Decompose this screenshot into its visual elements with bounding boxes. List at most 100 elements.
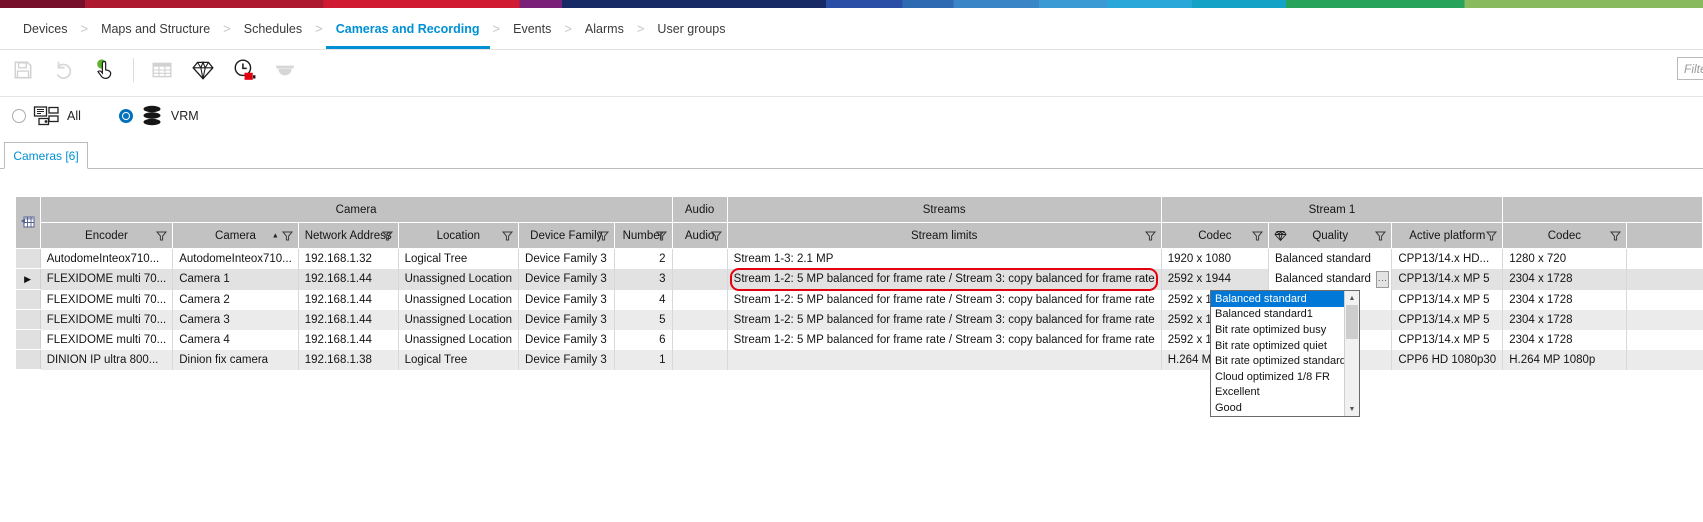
cell-stream2-codec[interactable]: 1280 x 720 xyxy=(1503,249,1626,269)
cell-audio[interactable] xyxy=(672,249,727,269)
radio-vrm-checked[interactable] xyxy=(119,109,133,123)
cell-encoder[interactable]: DINION IP ultra 800... xyxy=(40,350,173,370)
scroll-up-arrow-icon[interactable]: ▲ xyxy=(1345,291,1359,305)
column-header-stream1-active-platform[interactable]: Active platform xyxy=(1392,223,1503,249)
cell-audio[interactable] xyxy=(672,290,727,310)
cell-network-address[interactable]: 192.168.1.44 xyxy=(298,269,398,290)
filter-funnel-icon[interactable] xyxy=(1375,230,1386,241)
cell-encoder[interactable]: FLEXIDOME multi 70... xyxy=(40,269,173,290)
radio-all[interactable] xyxy=(12,109,26,123)
breadcrumb-item-alarms[interactable]: Alarms xyxy=(572,8,637,49)
cell-stream1-codec[interactable]: 2592 x 1944 xyxy=(1161,269,1268,290)
cell-stream1-quality[interactable]: Balanced standard... xyxy=(1269,269,1392,290)
breadcrumb-item-events[interactable]: Events xyxy=(500,8,564,49)
cell-stream-limits[interactable]: Stream 1-3: 2.1 MP xyxy=(727,249,1161,269)
cell-encoder[interactable]: FLEXIDOME multi 70... xyxy=(40,290,173,310)
scroll-down-arrow-icon[interactable]: ▼ xyxy=(1345,402,1359,416)
recording-schedule-button[interactable] xyxy=(231,57,257,83)
cell-audio[interactable] xyxy=(672,330,727,350)
breadcrumb-item-maps-and-structure[interactable]: Maps and Structure xyxy=(88,8,223,49)
cell-stream2-codec[interactable]: 2304 x 1728 xyxy=(1503,310,1626,330)
cell-audio[interactable] xyxy=(672,350,727,370)
cell-stream2-codec[interactable]: H.264 MP 1080p xyxy=(1503,350,1626,370)
breadcrumb-item-user-groups[interactable]: User groups xyxy=(644,8,738,49)
cell-stream-limits[interactable]: Stream 1-2: 5 MP balanced for frame rate… xyxy=(727,290,1161,310)
cell-audio[interactable] xyxy=(672,310,727,330)
cell-camera[interactable]: Camera 1 xyxy=(173,269,299,290)
row-selector[interactable]: ▶ xyxy=(16,269,41,290)
dropdown-option-balanced-standard1[interactable]: Balanced standard1 xyxy=(1211,307,1344,323)
cell-number[interactable]: 5 xyxy=(614,310,672,330)
cell-number[interactable]: 2 xyxy=(614,249,672,269)
dropdown-option-balanced-standard[interactable]: Balanced standard xyxy=(1211,291,1344,307)
cell-stream2-codec[interactable]: 2304 x 1728 xyxy=(1503,290,1626,310)
table-row[interactable]: DINION IP ultra 800...Dinion fix camera1… xyxy=(16,350,1703,370)
table-row[interactable]: FLEXIDOME multi 70...Camera 4192.168.1.4… xyxy=(16,330,1703,350)
cell-network-address[interactable]: 192.168.1.32 xyxy=(298,249,398,269)
breadcrumb-item-devices[interactable]: Devices xyxy=(10,8,80,49)
column-header-location[interactable]: Location xyxy=(398,223,518,249)
cell-stream-limits[interactable]: Stream 1-2: 5 MP balanced for frame rate… xyxy=(727,269,1161,290)
cell-camera[interactable]: Camera 3 xyxy=(173,310,299,330)
cell-encoder[interactable]: AutodomeInteox710... xyxy=(40,249,173,269)
cell-stream-limits[interactable]: Stream 1-2: 5 MP balanced for frame rate… xyxy=(727,330,1161,350)
cell-number[interactable]: 3 xyxy=(614,269,672,290)
column-header-audio[interactable]: Audio xyxy=(672,223,727,249)
cell-number[interactable]: 4 xyxy=(614,290,672,310)
scroll-thumb[interactable] xyxy=(1346,305,1358,339)
cell-device-family[interactable]: Device Family 3 xyxy=(519,330,615,350)
cell-stream1-active-platform[interactable]: CPP13/14.x MP 5 xyxy=(1392,330,1503,350)
filter-funnel-icon[interactable] xyxy=(1610,230,1621,241)
filter-input[interactable] xyxy=(1677,57,1703,80)
cell-number[interactable]: 6 xyxy=(614,330,672,350)
table-corner-button[interactable] xyxy=(16,197,41,249)
filter-funnel-icon[interactable] xyxy=(1145,230,1156,241)
cell-network-address[interactable]: 192.168.1.44 xyxy=(298,330,398,350)
view-option-all[interactable]: All xyxy=(12,105,81,127)
row-selector[interactable] xyxy=(16,249,41,269)
dropdown-option-bit-rate-optimized-standard[interactable]: Bit rate optimized standard xyxy=(1211,353,1344,369)
filter-funnel-icon[interactable] xyxy=(1252,230,1263,241)
row-selector[interactable] xyxy=(16,290,41,310)
cell-device-family[interactable]: Device Family 3 xyxy=(519,310,615,330)
filter-funnel-icon[interactable] xyxy=(382,230,393,241)
column-header-number[interactable]: Number xyxy=(614,223,672,249)
dropdown-option-bit-rate-optimized-busy[interactable]: Bit rate optimized busy xyxy=(1211,322,1344,338)
cell-location[interactable]: Unassigned Location xyxy=(398,290,518,310)
column-header-camera[interactable]: Camera▲ xyxy=(173,223,299,249)
cell-network-address[interactable]: 192.168.1.38 xyxy=(298,350,398,370)
breadcrumb-item-schedules[interactable]: Schedules xyxy=(231,8,315,49)
dropdown-scrollbar[interactable]: ▲ ▼ xyxy=(1344,291,1359,416)
table-row[interactable]: ▶FLEXIDOME multi 70...Camera 1192.168.1.… xyxy=(16,269,1703,290)
column-header-stream1-codec[interactable]: Codec xyxy=(1161,223,1268,249)
filter-funnel-icon[interactable] xyxy=(656,230,667,241)
column-header-stream2-codec[interactable]: Codec xyxy=(1503,223,1626,249)
cell-stream1-active-platform[interactable]: CPP13/14.x MP 5 xyxy=(1392,269,1503,290)
cell-camera[interactable]: Dinion fix camera xyxy=(173,350,299,370)
cell-number[interactable]: 1 xyxy=(614,350,672,370)
filter-funnel-icon[interactable] xyxy=(1486,230,1497,241)
dropdown-option-excellent[interactable]: Excellent xyxy=(1211,385,1344,401)
table-row[interactable]: FLEXIDOME multi 70...Camera 2192.168.1.4… xyxy=(16,290,1703,310)
cell-audio[interactable] xyxy=(672,269,727,290)
dropdown-option-cloud-optimized-1-8-fr[interactable]: Cloud optimized 1/8 FR xyxy=(1211,369,1344,385)
filter-funnel-icon[interactable] xyxy=(598,230,609,241)
dropdown-option-good[interactable]: Good xyxy=(1211,400,1344,416)
cell-location[interactable]: Logical Tree xyxy=(398,350,518,370)
cell-stream1-active-platform[interactable]: CPP13/14.x MP 5 xyxy=(1392,310,1503,330)
cell-stream1-codec[interactable]: 1920 x 1080 xyxy=(1161,249,1268,269)
cell-device-family[interactable]: Device Family 3 xyxy=(519,249,615,269)
cell-stream1-quality[interactable]: Balanced standard xyxy=(1269,249,1392,269)
tab-cameras[interactable]: Cameras [6] xyxy=(4,142,88,169)
column-header-stream1-quality[interactable]: Quality xyxy=(1269,223,1392,249)
filter-funnel-icon[interactable] xyxy=(502,230,513,241)
cell-stream1-active-platform[interactable]: CPP13/14.x HD... xyxy=(1392,249,1503,269)
cell-stream-limits[interactable]: Stream 1-2: 5 MP balanced for frame rate… xyxy=(727,310,1161,330)
column-header-device-family[interactable]: Device Family xyxy=(519,223,615,249)
quality-more-button[interactable]: ... xyxy=(1376,271,1389,288)
row-selector[interactable] xyxy=(16,350,41,370)
view-option-vrm[interactable]: VRM xyxy=(119,104,199,128)
cell-stream1-active-platform[interactable]: CPP6 HD 1080p30 xyxy=(1392,350,1503,370)
cell-camera[interactable]: AutodomeInteox710... xyxy=(173,249,299,269)
table-row[interactable]: AutodomeInteox710...AutodomeInteox710...… xyxy=(16,249,1703,269)
